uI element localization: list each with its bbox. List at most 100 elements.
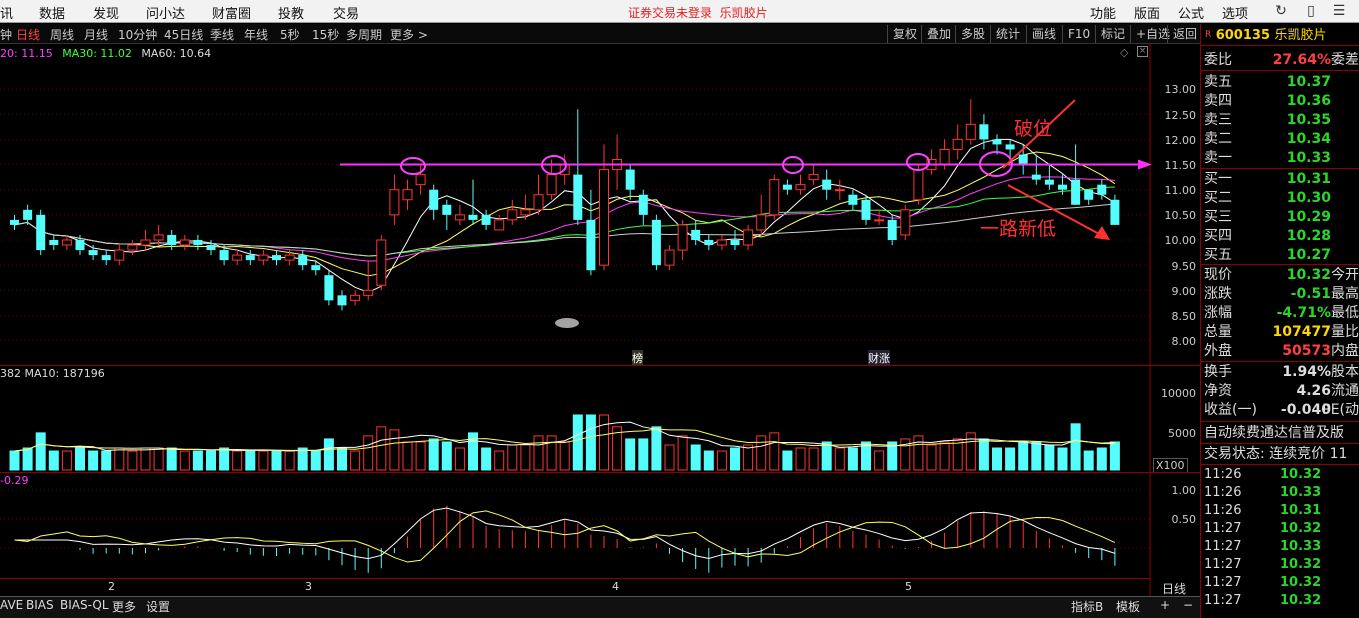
volume-bar (651, 426, 662, 471)
volume-bar (1005, 447, 1016, 471)
volume-bar (481, 447, 492, 471)
candle-body (795, 184, 806, 191)
candle-body (179, 239, 190, 246)
sell-level-5-label: 卖五 (1204, 74, 1232, 90)
date-label: 2 (108, 580, 115, 593)
tab-more-indicators[interactable]: 更多 (112, 598, 136, 615)
event-marker-rank[interactable]: 榜 (632, 350, 643, 366)
volume-bar (192, 450, 203, 471)
candle-body (481, 214, 491, 225)
tick-price: 10.33 (1280, 485, 1322, 500)
divider (1201, 45, 1359, 46)
candle-body (442, 204, 452, 215)
candle-body (808, 174, 819, 181)
sell-level-5: 卖五 10.37 (1204, 73, 1359, 91)
volume-bar (310, 450, 321, 471)
price-tick: 10.50 (1164, 209, 1197, 222)
tab-bias-ql[interactable]: BIAS-QL (60, 598, 109, 612)
refresh-icon[interactable]: ↻ (1272, 2, 1290, 20)
buy-level-4-label: 买四 (1204, 228, 1232, 244)
sell-level-3-value: 10.35 (1286, 112, 1331, 128)
volume-bar (376, 426, 387, 471)
candle-body (363, 289, 374, 296)
volume-bar (808, 447, 819, 471)
price-tick: 12.00 (1164, 134, 1197, 147)
divider (0, 365, 1200, 366)
candle-body (743, 229, 754, 246)
notice-renewal[interactable]: 自动续费通达信普及版 (1204, 424, 1359, 442)
candle-body (1044, 179, 1054, 185)
candle-body (245, 255, 255, 261)
volume-bar (494, 450, 505, 471)
buy-level-3-label: 买三 (1204, 209, 1232, 225)
volume-bar (350, 450, 361, 471)
volume-bar (271, 450, 282, 471)
indicator-b-button[interactable]: 指标B (1071, 598, 1103, 615)
volume-bar (546, 435, 557, 471)
stock-header: R 600135 乐凯胶片 (1205, 26, 1359, 44)
tick-row: 11:27 10.32 (1204, 520, 1359, 538)
price-chart[interactable] (0, 0, 1200, 596)
template-button[interactable]: 模板 (1116, 598, 1140, 615)
volume-bar (939, 441, 950, 471)
stat-row-value: 4.26 (1296, 383, 1331, 399)
candle-body (101, 255, 111, 261)
tick-time: 11:27 (1204, 539, 1242, 554)
volume-bar (101, 450, 112, 471)
price-tick: 9.00 (1171, 285, 1197, 298)
tab-bias[interactable]: BIAS (26, 598, 54, 612)
volume-bar (795, 447, 806, 471)
candle-body (704, 240, 714, 246)
zoom-in-button[interactable]: + (1160, 598, 1170, 612)
weibi-row: 委比 27.64% 委差 (1204, 51, 1359, 69)
candle-body (677, 224, 688, 251)
divider (1201, 168, 1359, 169)
date-label: 5 (905, 580, 912, 593)
watermark-smudge (555, 318, 579, 328)
buy-level-1-value: 10.31 (1286, 171, 1331, 187)
volume-bar (1018, 441, 1029, 471)
volume-bar (179, 450, 190, 471)
candle-body (1097, 184, 1107, 195)
stat-row: 换手 1.94% 股本 (1204, 363, 1359, 381)
zoom-out-button[interactable]: − (1183, 598, 1193, 612)
highlight-circle (400, 157, 426, 175)
tick-price: 10.32 (1280, 575, 1322, 590)
weibi-value: 27.64% (1272, 52, 1331, 68)
buy-level-3-value: 10.29 (1286, 209, 1331, 225)
indicator-tick: 1.00 (1171, 484, 1197, 497)
stat-row-ext: 最低 (1331, 305, 1359, 321)
volume-bar (769, 432, 780, 471)
tick-time: 11:27 (1204, 575, 1242, 590)
candle-body (258, 254, 269, 261)
weibi-label: 委比 (1204, 52, 1232, 68)
event-marker-finance[interactable]: 财涨 (868, 350, 890, 366)
tick-time: 11:27 (1204, 593, 1242, 608)
tab-settings[interactable]: 设置 (146, 598, 170, 615)
tick-row: 11:27 10.32 (1204, 556, 1359, 574)
stat-row: 收益(一) -0.040 PE(动 (1204, 401, 1359, 419)
tick-row: 11:27 10.32 (1204, 592, 1359, 610)
candle-body (193, 240, 203, 246)
price-tick: 12.50 (1164, 109, 1197, 122)
candle-body (167, 234, 177, 246)
volume-bar (245, 450, 256, 471)
candle-body (284, 254, 295, 261)
volume-bar (847, 447, 858, 471)
stat-row-ext: 内盘 (1331, 343, 1359, 359)
divider (1201, 264, 1359, 265)
buy-level-2-label: 买二 (1204, 190, 1232, 206)
candle-body (533, 194, 544, 211)
stat-row-label: 净资 (1204, 383, 1232, 399)
menu-icon[interactable]: ☰ (1330, 2, 1348, 20)
copy-window-icon[interactable]: ▯ (1302, 2, 1320, 20)
candle-body (10, 219, 19, 225)
sell-level-1-value: 10.33 (1286, 150, 1331, 166)
candle-body (1018, 154, 1028, 165)
menu-item-options[interactable]: 选项 (1222, 3, 1248, 22)
volume-bar (834, 447, 845, 471)
divider (1201, 464, 1359, 465)
tick-row: 11:26 10.32 (1204, 466, 1359, 484)
tab-ave[interactable]: AVE (0, 598, 23, 612)
tick-row: 11:26 10.33 (1204, 484, 1359, 502)
